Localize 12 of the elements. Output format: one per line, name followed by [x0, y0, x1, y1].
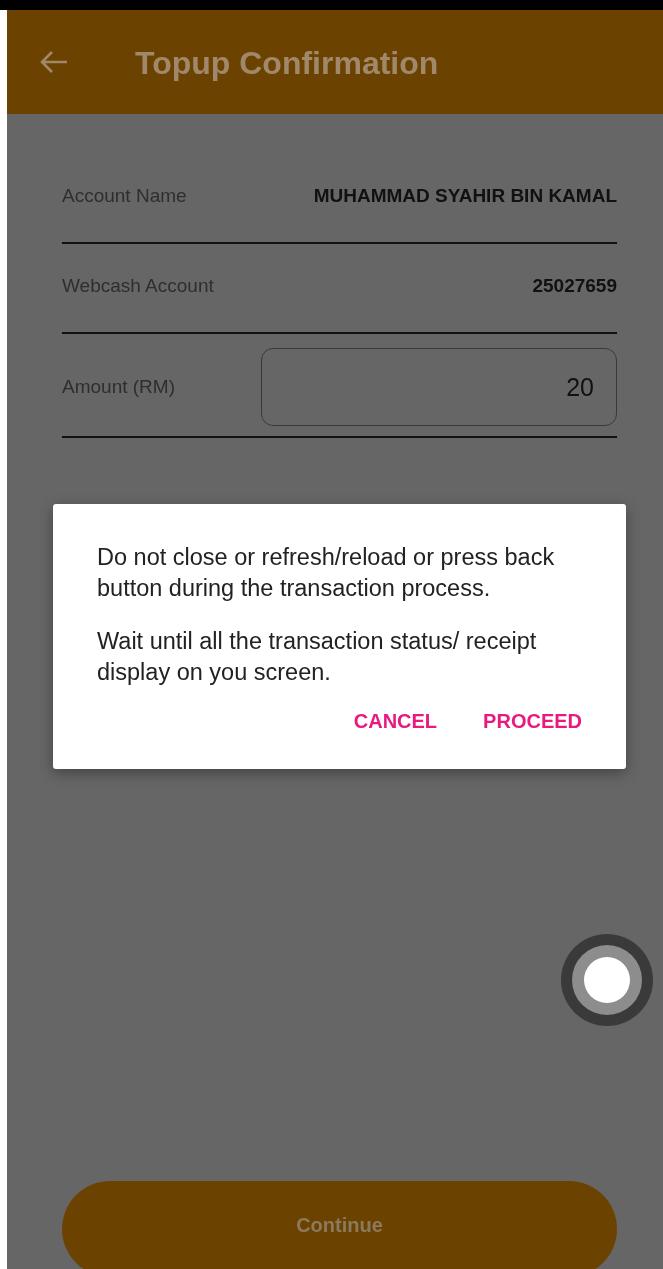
screen-title: Topup Confirmation — [135, 44, 439, 82]
dialog-button[interactable]: CANCEL — [353, 710, 438, 733]
field-value: MUHAMMAD SYAHIR BIN KAMAL — [313, 185, 617, 207]
field-label: Amount (RM) — [62, 376, 175, 398]
dialog-message: Wait until all the transaction status/ receipt display on you screen. — [97, 627, 538, 687]
field-label: Account Name — [62, 185, 187, 207]
back-arrow-icon[interactable] — [39, 50, 69, 74]
amount-input-field[interactable]: 20 — [261, 348, 617, 426]
field-label: Webcash Account — [62, 275, 214, 297]
field-value: 25027659 — [532, 275, 617, 297]
dialog-message: Do not close or refresh/reload or press back button during the transaction process. — [97, 543, 556, 603]
dialog-button[interactable]: PROCEED — [483, 710, 582, 733]
